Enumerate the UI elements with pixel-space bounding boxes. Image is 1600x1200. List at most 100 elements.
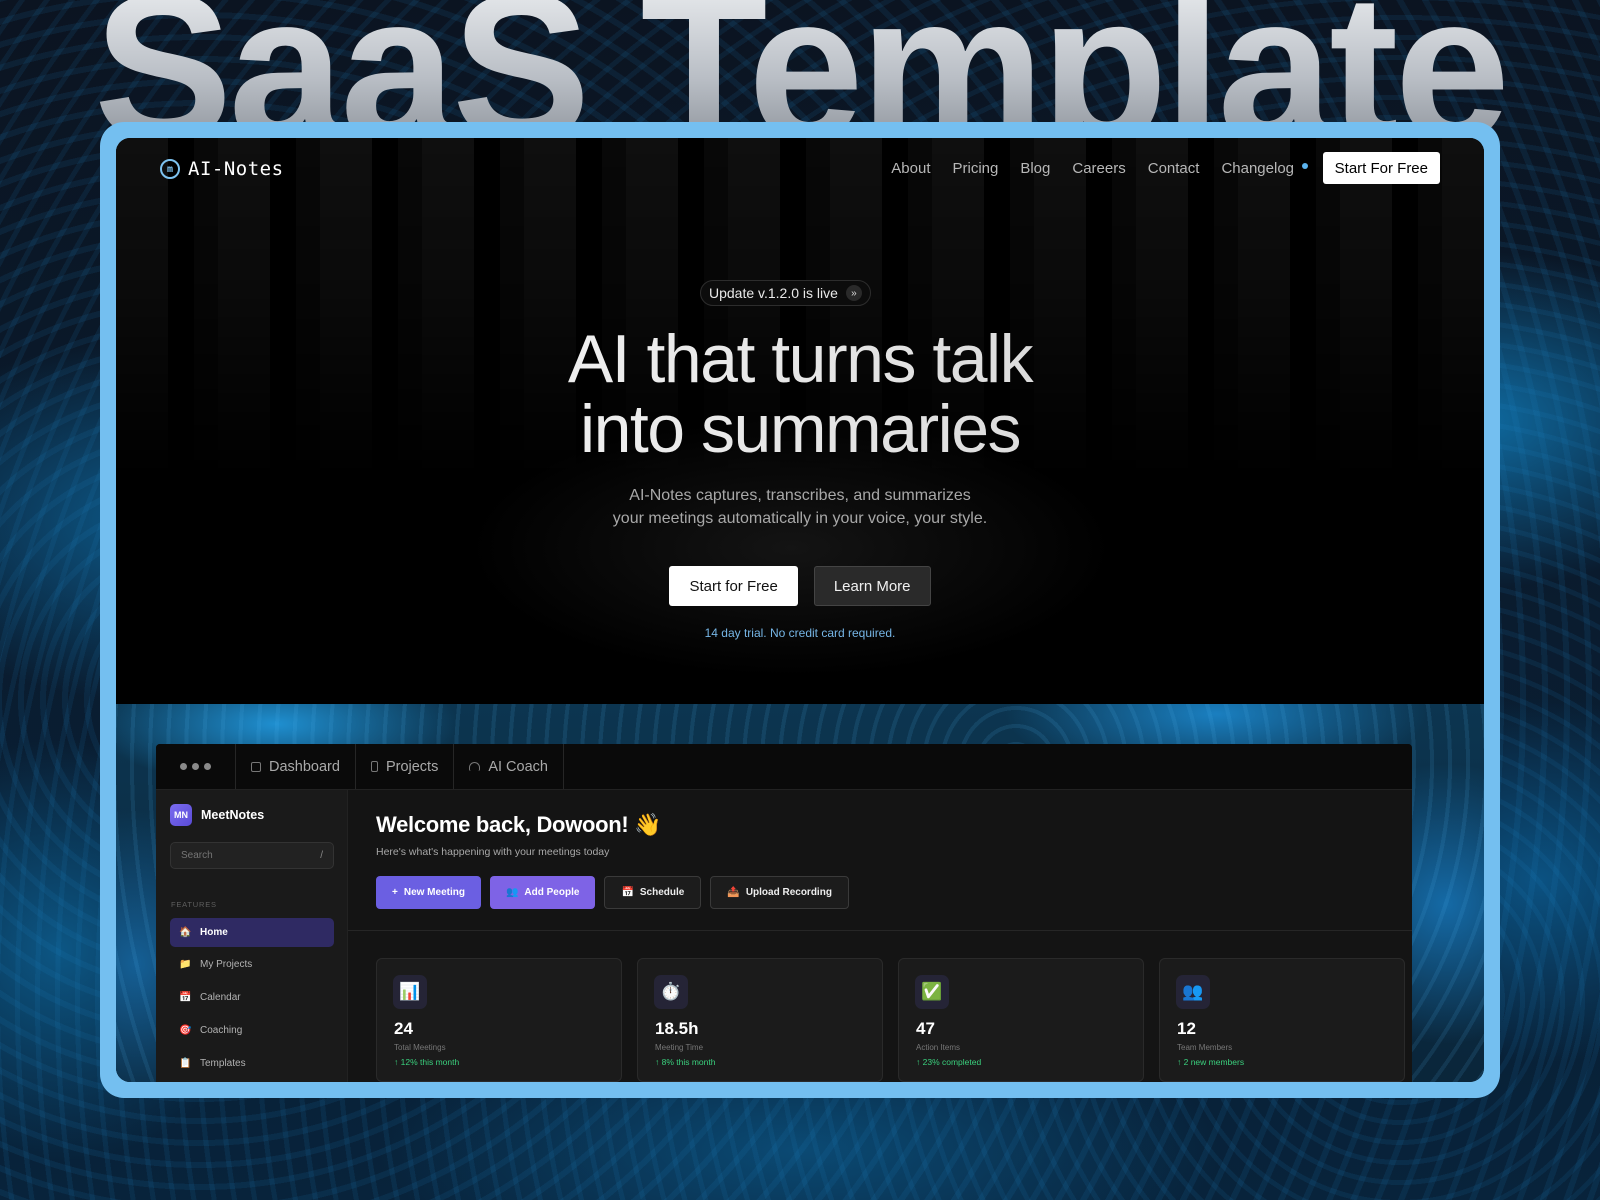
top-nav: m AI-Notes About Pricing Blog Careers Co… <box>116 152 1484 186</box>
app-sidebar: MN MeetNotes / FEATURES 🏠 Home 📁 My <box>156 790 348 1082</box>
nav-link-contact[interactable]: Contact <box>1148 160 1200 177</box>
calendar-icon: 📅 <box>179 992 192 1003</box>
app-main: Welcome back, Dowoon! 👋 Here's what's ha… <box>348 790 1412 1082</box>
people-icon: 👥 <box>505 887 519 898</box>
new-meeting-label: New Meeting <box>403 887 465 898</box>
stat-card-action-items[interactable]: ✅ 47 Action Items ↑ 23% completed <box>898 958 1144 1082</box>
stat-value: 47 <box>916 1019 935 1038</box>
tab-dashboard-label: Dashboard <box>269 758 340 775</box>
section-divider <box>348 930 1412 931</box>
app-window: Dashboard Projects AI Coach MN MeetNotes <box>156 744 1412 1082</box>
window-dots-icon[interactable] <box>156 744 236 789</box>
stat-label: Meeting Time <box>655 1043 704 1052</box>
site-logo[interactable]: m AI-Notes <box>160 158 284 180</box>
hero-headline: AI that turns talk into summaries <box>116 324 1484 464</box>
stat-value: 18.5h <box>655 1019 699 1038</box>
schedule-button[interactable]: 📅 Schedule <box>604 876 702 909</box>
stat-label: Total Meetings <box>394 1043 446 1052</box>
tab-ai-coach-label: AI Coach <box>488 758 548 775</box>
document-icon <box>370 761 378 772</box>
sidebar-item-label: Coaching <box>200 1025 243 1036</box>
nav-link-careers[interactable]: Careers <box>1072 160 1125 177</box>
subheading-line-1: AI-Notes captures, transcribes, and summ… <box>629 487 971 504</box>
app-brand[interactable]: MN MeetNotes <box>170 804 264 826</box>
new-meeting-button[interactable]: + New Meeting <box>376 876 481 909</box>
check-mark-icon: ✅ <box>915 975 949 1009</box>
app-tab-bar: Dashboard Projects AI Coach <box>156 744 1412 790</box>
double-chevron-right-icon: » <box>845 285 862 301</box>
stat-trend: ↑ 12% this month <box>394 1057 460 1067</box>
dot <box>204 763 211 770</box>
stat-trend: ↑ 23% completed <box>916 1057 982 1067</box>
nav-start-free-button[interactable]: Start For Free <box>1322 152 1440 184</box>
brand-name: MeetNotes <box>201 808 265 822</box>
subheading-line-2: your meetings automatically in your voic… <box>612 510 988 527</box>
dot <box>180 763 187 770</box>
quick-actions: + New Meeting 👥 Add People 📅 Schedule 📤 … <box>376 876 849 909</box>
stat-label: Action Items <box>916 1043 961 1052</box>
dashboard-icon <box>251 761 261 772</box>
welcome-heading: Welcome back, Dowoon! 👋 <box>376 812 662 837</box>
house-icon: 🏠 <box>179 927 192 938</box>
upload-icon: 📤 <box>727 887 740 898</box>
stat-trend: ↑ 2 new members <box>1177 1057 1245 1067</box>
search-input[interactable] <box>181 850 301 861</box>
bar-chart-icon: 📊 <box>393 975 427 1009</box>
stopwatch-icon: ⏱️ <box>654 975 688 1009</box>
people-icon: 👥 <box>1176 975 1210 1009</box>
sidebar-item-my-projects[interactable]: 📁 My Projects <box>170 950 334 979</box>
hero-buttons: Start for Free Learn More <box>116 566 1484 606</box>
add-people-button[interactable]: 👥 Add People <box>489 876 596 909</box>
nav-link-pricing[interactable]: Pricing <box>952 160 998 177</box>
changelog-dot-icon <box>1302 162 1308 169</box>
sidebar-item-calendar[interactable]: 📅 Calendar <box>170 983 334 1012</box>
upload-recording-button[interactable]: 📤 Upload Recording <box>710 876 849 909</box>
welcome-subtitle: Here's what's happening with your meetin… <box>376 846 610 858</box>
dot <box>192 763 199 770</box>
stat-trend: ↑ 8% this month <box>655 1057 716 1067</box>
target-icon: 🎯 <box>179 1025 192 1036</box>
stat-card-team-members[interactable]: 👥 12 Team Members ↑ 2 new members <box>1159 958 1405 1082</box>
hero-section: m AI-Notes About Pricing Blog Careers Co… <box>116 138 1484 704</box>
nav-link-about[interactable]: About <box>891 160 930 177</box>
folder-icon: 📁 <box>179 959 192 970</box>
sidebar-item-templates[interactable]: 📋 Templates <box>170 1049 334 1078</box>
sidebar-item-label: Home <box>200 927 228 938</box>
headline-line-2: into summaries <box>579 391 1021 467</box>
tab-ai-coach[interactable]: AI Coach <box>454 744 564 789</box>
hero-subheading: AI-Notes captures, transcribes, and summ… <box>116 484 1484 530</box>
upload-recording-label: Upload Recording <box>745 887 832 898</box>
stat-value: 24 <box>394 1019 413 1038</box>
dashboard-preview-area: Dashboard Projects AI Coach MN MeetNotes <box>116 704 1484 1082</box>
screen: m AI-Notes About Pricing Blog Careers Co… <box>116 138 1484 1082</box>
sidebar-item-label: Templates <box>200 1058 246 1069</box>
stat-label: Team Members <box>1177 1043 1233 1052</box>
stat-card-total-meetings[interactable]: 📊 24 Total Meetings ↑ 12% this month <box>376 958 622 1082</box>
schedule-label: Schedule <box>639 887 685 898</box>
search-box: / <box>170 842 334 869</box>
start-for-free-button[interactable]: Start for Free <box>669 566 798 606</box>
learn-more-button[interactable]: Learn More <box>813 566 931 606</box>
sidebar-item-label: Calendar <box>200 992 241 1003</box>
device-frame: m AI-Notes About Pricing Blog Careers Co… <box>100 122 1500 1098</box>
stat-value: 12 <box>1177 1019 1196 1038</box>
update-badge[interactable]: Update v.1.2.0 is live » <box>700 280 871 306</box>
nav-links: About Pricing Blog Careers Contact Chang… <box>891 160 1308 177</box>
stat-card-meeting-time[interactable]: ⏱️ 18.5h Meeting Time ↑ 8% this month <box>637 958 883 1082</box>
headline-line-1: AI that turns talk <box>567 321 1033 397</box>
sidebar-item-label: My Projects <box>200 959 253 970</box>
brand-mark-icon: MN <box>170 804 192 826</box>
logo-text: AI-Notes <box>188 158 284 180</box>
headphones-icon <box>469 762 481 771</box>
nav-link-changelog[interactable]: Changelog <box>1221 160 1294 177</box>
tab-dashboard[interactable]: Dashboard <box>236 744 356 789</box>
nav-link-blog[interactable]: Blog <box>1020 160 1050 177</box>
add-people-label: Add People <box>524 887 580 898</box>
section-label-features: FEATURES <box>171 900 217 909</box>
trial-note: 14 day trial. No credit card required. <box>704 626 896 640</box>
plus-icon: + <box>392 887 398 898</box>
sidebar-item-coaching[interactable]: 🎯 Coaching <box>170 1016 334 1045</box>
tab-projects[interactable]: Projects <box>356 744 455 789</box>
sidebar-item-home[interactable]: 🏠 Home <box>170 918 334 947</box>
tab-projects-label: Projects <box>385 758 439 775</box>
